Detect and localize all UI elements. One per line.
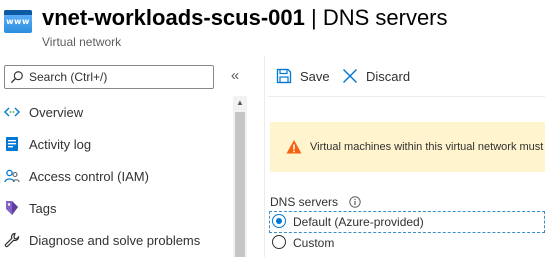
warning-icon [286,140,302,154]
title-separator: | [304,5,323,30]
sidebar-scrollbar[interactable]: ▲ [233,96,247,257]
blade-header: www vnet-workloads-scus-001 | DNS server… [0,0,545,56]
iam-icon [4,169,20,183]
page-title: vnet-workloads-scus-001 | DNS servers [42,5,448,31]
collapse-menu-button[interactable]: « [227,66,243,86]
radio-label: Default (Azure-provided) [293,215,424,229]
sidebar-item-tags[interactable]: Tags [0,192,230,224]
activity-log-icon [6,137,18,151]
save-button[interactable]: Save [276,64,336,88]
pane-divider [264,56,265,257]
sidebar-item-activity-log[interactable]: Activity log [0,128,230,160]
sidebar-nav: Overview Activity log Access control (IA… [0,96,230,256]
sidebar-item-label: Tags [29,201,57,216]
radio-label: Custom [293,236,335,250]
virtual-network-icon: www [4,10,32,33]
sidebar-item-label: Overview [29,105,84,120]
search-input[interactable] [29,68,209,86]
radio-button[interactable] [272,235,286,249]
info-icon[interactable] [349,196,361,208]
discard-button[interactable]: Discard [342,64,422,88]
sidebar-item-label: Activity log [29,137,92,152]
warning-text: Virtual machines within this virtual net… [310,141,545,153]
scrollbar-thumb[interactable] [235,112,245,257]
sidebar-search[interactable] [4,65,214,89]
dns-option-default[interactable]: Default (Azure-provided) [269,211,545,233]
sidebar-item-label: Access control (IAM) [29,169,149,184]
command-bar: Save Discard [270,60,545,92]
warning-banner: Virtual machines within this virtual net… [270,122,545,172]
blade-title: DNS servers [322,5,448,30]
close-icon [343,69,357,83]
save-label: Save [300,69,330,84]
scroll-up-arrow-icon[interactable]: ▲ [233,96,247,110]
toolbar-divider [268,96,545,97]
sidebar-item-label: Diagnose and solve problems [29,233,201,248]
sidebar-item-diagnose[interactable]: Diagnose and solve problems [0,224,230,256]
tag-icon [6,201,18,215]
wrench-icon [4,232,20,248]
sidebar-item-access-control[interactable]: Access control (IAM) [0,160,230,192]
resource-type-subtitle: Virtual network [42,35,122,49]
discard-label: Discard [366,69,411,84]
dns-servers-label: DNS servers [270,195,339,209]
overview-icon [4,107,20,117]
resource-name: vnet-workloads-scus-001 [42,5,305,30]
save-icon [276,68,292,84]
radio-button[interactable] [272,214,286,228]
search-icon [10,71,23,84]
dns-servers-blade: www vnet-workloads-scus-001 | DNS server… [0,0,545,257]
sidebar-item-overview[interactable]: Overview [0,96,230,128]
